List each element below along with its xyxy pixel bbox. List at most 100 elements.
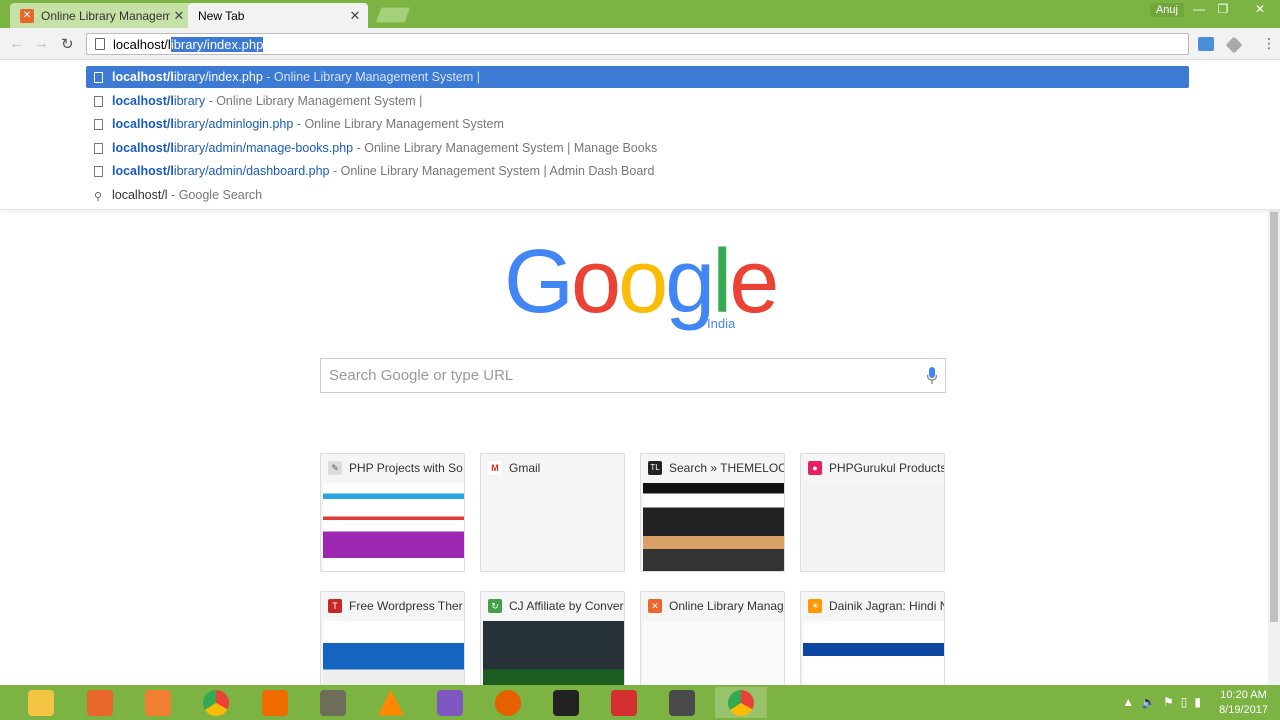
gimp-icon[interactable] — [307, 687, 359, 718]
cj-affiliate-icon: ↻ — [488, 599, 502, 613]
suggestion-item[interactable]: localhost/library/admin/dashboard.php - … — [86, 160, 1189, 182]
suggestion-url-match: localhost/l — [112, 164, 174, 178]
close-tab-icon[interactable]: ✕ — [170, 8, 188, 24]
suggestion-item[interactable]: localhost/library/adminlogin.php - Onlin… — [86, 113, 1189, 135]
tile-title: CJ Affiliate by Conver — [509, 599, 624, 613]
most-visited-tile[interactable]: ● PHPGurukul Products — [800, 453, 945, 572]
tile-title: Free Wordpress Ther — [349, 599, 463, 613]
suggestion-desc: - Online Library Management System | — [266, 70, 481, 84]
snipping-tool-icon[interactable] — [132, 687, 184, 718]
restore-icon[interactable]: ❐ — [1208, 0, 1238, 20]
suggestion-item[interactable]: localhost/library - Online Library Manag… — [86, 90, 1189, 112]
suggestion-item[interactable]: ⚲ localhost/l - Google Search — [86, 184, 1189, 206]
themelock-icon: TL — [648, 461, 662, 475]
sublime-text-icon[interactable] — [656, 687, 708, 718]
address-bar[interactable]: localhost/l ibrary/index.php — [86, 33, 1189, 55]
close-window-icon[interactable]: ✕ — [1240, 0, 1280, 20]
page-icon — [95, 38, 105, 50]
file-explorer-icon[interactable] — [15, 687, 67, 718]
tile-title: PHPGurukul Products — [829, 461, 944, 475]
tile-thumbnail — [323, 483, 464, 571]
menu-icon[interactable]: ⋮ — [1262, 35, 1276, 52]
tab-new-tab[interactable]: New Tab ✕ — [188, 3, 368, 28]
wordpress-theme-icon: T — [328, 599, 342, 613]
google-logo: Google — [504, 232, 779, 332]
suggestion-item[interactable]: localhost/library/index.php - Online Lib… — [86, 66, 1189, 88]
search-input[interactable]: Search Google or type URL — [320, 358, 946, 393]
suggestion-desc: - Online Library Management System | Adm… — [332, 164, 655, 178]
xampp-taskbar-icon[interactable] — [74, 687, 126, 718]
dainik-jagran-icon: ☀ — [808, 599, 822, 613]
page-icon — [94, 142, 103, 154]
system-tray[interactable]: ▲🔈⚑▯▮ — [1122, 695, 1208, 709]
logo-letter: e — [729, 232, 779, 332]
profile-button[interactable]: Anuj — [1149, 3, 1184, 17]
suggestion-url-match: localhost/l — [112, 117, 174, 131]
close-tab-icon[interactable]: ✕ — [346, 8, 364, 24]
title-bar: ✕ Online Library Managem ✕ New Tab ✕ Anu… — [0, 0, 1280, 28]
suggestion-desc: - Online Library Management System | — [208, 94, 423, 108]
extension-icon[interactable] — [1198, 37, 1214, 51]
search-icon: ⚲ — [94, 190, 103, 203]
extension-icon[interactable] — [1225, 36, 1243, 54]
logo-letter: o — [571, 232, 621, 332]
microphone-icon[interactable] — [927, 367, 937, 385]
omnibox-suggestions: localhost/library/index.php - Online Lib… — [0, 61, 1280, 210]
php-icon: ✎ — [328, 461, 342, 475]
reload-icon[interactable]: ↻ — [61, 35, 74, 53]
page-icon — [94, 165, 103, 177]
logo-region: India — [707, 316, 736, 331]
suggestion-url-match: localhost/l — [112, 94, 174, 108]
tile-thumbnail — [483, 483, 624, 571]
paint-icon[interactable] — [424, 687, 476, 718]
logo-letter: G — [504, 232, 574, 332]
page-icon — [94, 71, 103, 83]
suggestion-url-match: localhost/l — [112, 70, 174, 84]
new-tab-button[interactable] — [375, 7, 411, 23]
phpgurukul-icon: ● — [808, 461, 822, 475]
tab-title: Online Library Managem — [41, 8, 170, 23]
forward-arrow-icon[interactable]: → — [34, 35, 49, 52]
logo-letter: g — [665, 232, 715, 332]
address-typed: localhost/l — [113, 36, 171, 52]
toolbar: ← → ↻ localhost/l ibrary/index.php ⋮ — [0, 28, 1280, 60]
xampp-icon: ✕ — [648, 599, 662, 613]
tile-title: PHP Projects with So — [349, 461, 463, 475]
suggestion-desc: - Online Library Management System — [296, 117, 504, 131]
gmail-icon: M — [488, 461, 502, 475]
scrollbar-thumb[interactable] — [1270, 212, 1278, 622]
logo-letter: o — [618, 232, 668, 332]
address-autocomplete: ibrary/index.php — [170, 36, 264, 52]
most-visited-tile[interactable]: TL Search » THEMELOC — [640, 453, 785, 572]
suggestion-url: ibrary — [173, 94, 206, 108]
suggestion-url: ibrary/admin/manage-books.php — [173, 141, 354, 155]
suggestion-url: ibrary/adminlogin.php — [173, 117, 294, 131]
suggestion-item[interactable]: localhost/library/admin/manage-books.php… — [86, 137, 1189, 159]
tab-title: New Tab — [198, 8, 245, 23]
tab-online-library[interactable]: ✕ Online Library Managem ✕ — [10, 3, 192, 28]
tile-title: Gmail — [509, 461, 541, 475]
heidisql-icon[interactable] — [540, 687, 592, 718]
clock[interactable]: 10:20 AM 8/19/2017 — [1219, 688, 1268, 718]
most-visited-tile[interactable]: ✎ PHP Projects with So — [320, 453, 465, 572]
tile-thumbnail — [803, 483, 944, 571]
chrome-active-icon[interactable] — [715, 687, 767, 718]
chrome-icon[interactable] — [190, 687, 242, 718]
vlc-icon[interactable] — [365, 687, 417, 718]
xampp-icon: ✕ — [20, 8, 34, 23]
acrobat-icon[interactable] — [598, 687, 650, 718]
tile-title: Search » THEMELOC — [669, 461, 784, 475]
page-icon — [94, 95, 103, 107]
screen-recorder-icon[interactable] — [249, 687, 301, 718]
most-visited-tile[interactable]: M Gmail — [480, 453, 625, 572]
clock-date: 8/19/2017 — [1219, 704, 1268, 716]
firefox-icon[interactable] — [482, 687, 534, 718]
suggestion-url: ibrary/index.php — [173, 70, 263, 84]
back-arrow-icon[interactable]: ← — [9, 35, 24, 52]
suggestion-desc: - Google Search — [171, 188, 263, 202]
page-icon — [94, 118, 103, 130]
tile-title: Online Library Manag — [669, 599, 784, 613]
tile-title: Dainik Jagran: Hindi N — [829, 599, 944, 613]
tile-thumbnail — [643, 483, 784, 571]
suggestion-url-match: localhost/l — [112, 141, 174, 155]
